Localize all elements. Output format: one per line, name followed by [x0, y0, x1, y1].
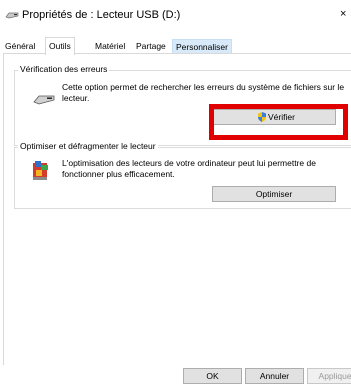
tab-sharing[interactable]: Partage [133, 39, 169, 53]
title-bar: Propriétés de : Lecteur USB (D:) × [0, 0, 351, 30]
error-check-group: Vérification des erreurs Cette option pe… [14, 64, 351, 146]
defrag-icon [33, 161, 48, 180]
cancel-button[interactable]: Annuler [245, 368, 304, 384]
optimize-description: L'optimisation des lecteurs de votre ord… [62, 158, 316, 179]
tab-general[interactable]: Général [2, 39, 38, 53]
usb-drive-icon [5, 12, 19, 19]
tab-tools[interactable]: Outils [45, 37, 75, 55]
tab-customize[interactable]: Personnaliser [172, 39, 232, 54]
optimize-heading: Optimiser et défragmenter le lecteur [18, 141, 158, 151]
drive-icon [33, 95, 55, 105]
footer: OK Annuler Appliquer [0, 365, 351, 385]
window-title: Propriétés de : Lecteur USB (D:) [22, 9, 181, 21]
shield-icon [258, 112, 266, 122]
error-check-heading: Vérification des erreurs [18, 64, 110, 74]
check-button-label: Vérifier [268, 112, 295, 122]
apply-button[interactable]: Appliquer [307, 368, 351, 384]
optimize-button[interactable]: Optimiser [212, 186, 336, 202]
tab-hardware[interactable]: Matériel [92, 39, 128, 53]
ok-button[interactable]: OK [183, 368, 242, 384]
close-button[interactable]: × [340, 8, 346, 20]
check-button[interactable]: Vérifier [212, 109, 336, 125]
tab-strip: Général Outils Matériel Partage Personna… [0, 37, 351, 55]
error-check-description: Cette option permet de rechercher les er… [62, 82, 345, 103]
